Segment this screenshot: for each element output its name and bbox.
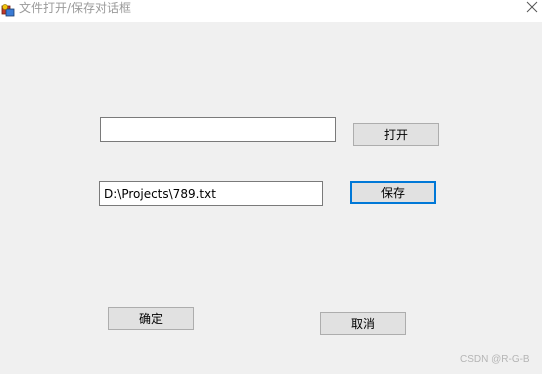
- open-button[interactable]: 打开: [353, 123, 439, 146]
- window-title: 文件打开/保存对话框: [19, 1, 132, 15]
- dialog-client-area: 打开 保存 确定 取消: [0, 22, 542, 374]
- title-bar: 文件打开/保存对话框: [0, 0, 542, 22]
- app-icon: [1, 2, 15, 17]
- ok-button[interactable]: 确定: [108, 307, 194, 330]
- close-button[interactable]: [522, 0, 542, 14]
- close-icon: [526, 1, 538, 13]
- save-button[interactable]: 保存: [350, 181, 436, 204]
- save-path-field[interactable]: [99, 181, 323, 206]
- cancel-button[interactable]: 取消: [320, 312, 406, 335]
- watermark-text: CSDN @R-G-B: [460, 354, 530, 365]
- open-path-field[interactable]: [100, 117, 336, 142]
